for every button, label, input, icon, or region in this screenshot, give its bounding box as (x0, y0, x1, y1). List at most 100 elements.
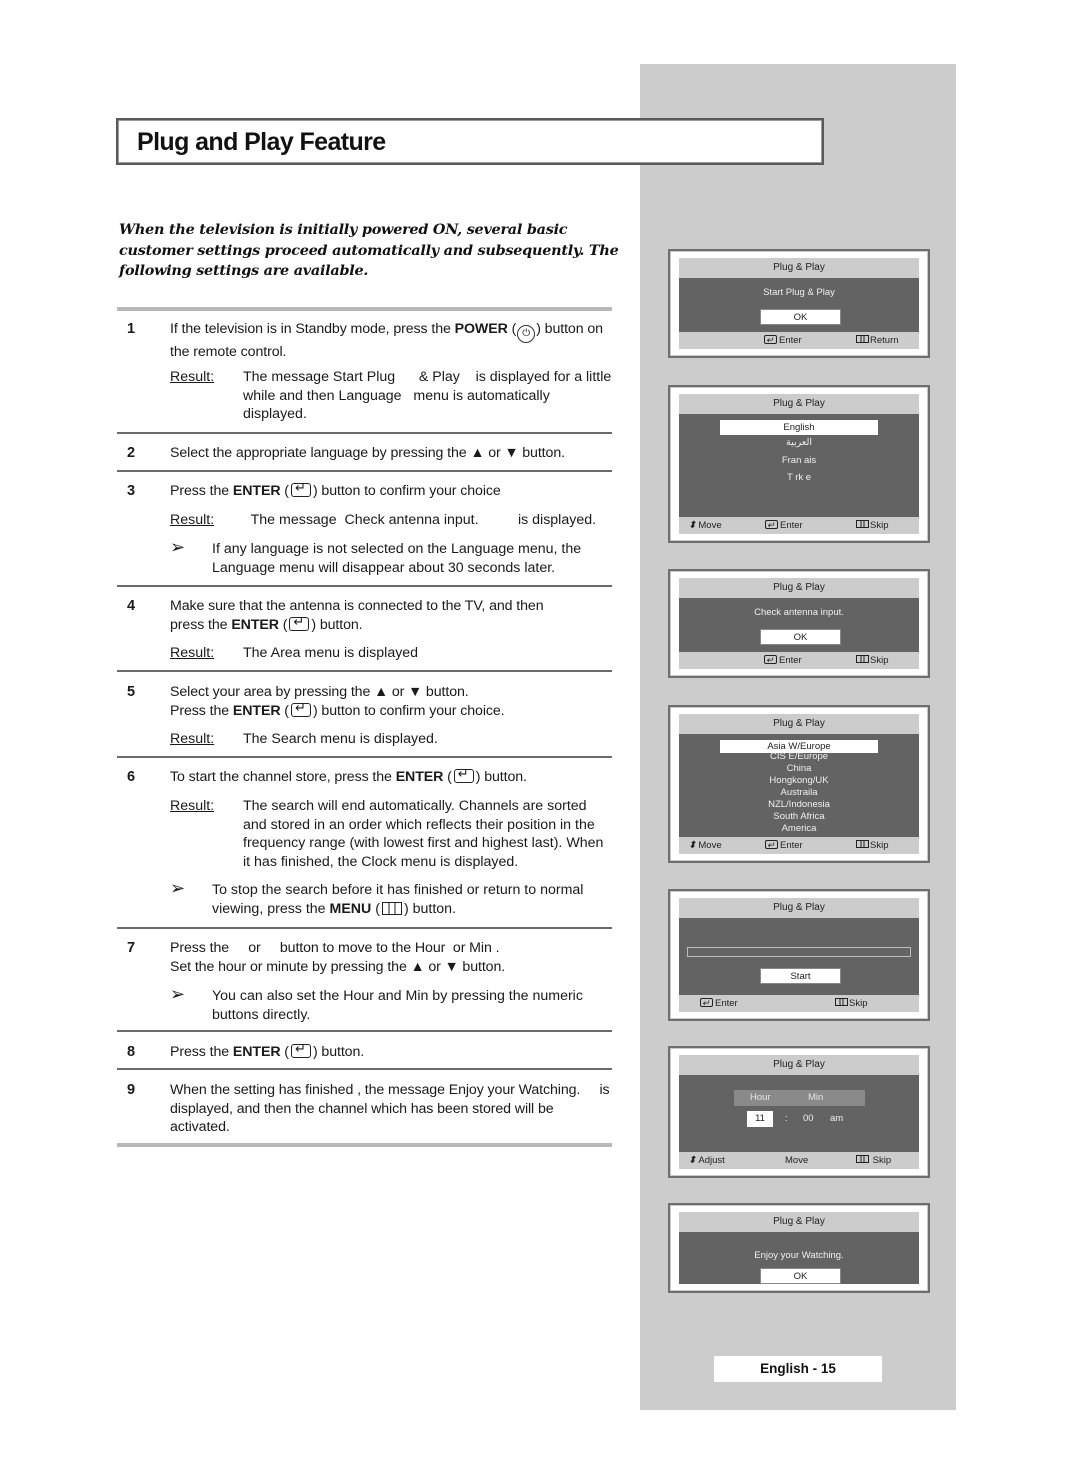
osd-screen-clock: Plug & Play Hour Min 11 : 00 am ⬍ Adjust … (668, 1046, 930, 1178)
step-text: Press the or button to move to the Hour … (170, 940, 506, 975)
menu-icon (856, 655, 869, 663)
up-down-icon: ⬍ (688, 520, 697, 531)
area-option[interactable]: China (679, 763, 919, 774)
step-number: 1 (127, 321, 136, 337)
page-title: Plug and Play Feature (137, 128, 386, 156)
step-number: 8 (127, 1044, 136, 1060)
min-label: Min (808, 1092, 824, 1103)
divider (117, 585, 612, 587)
step-text: Select the appropriate language by press… (170, 445, 565, 461)
step-text: Press the ENTER () button. (170, 1040, 610, 1062)
step-text: If the television is in Standby mode, pr… (170, 321, 603, 360)
intro-text: When the television is initially powered… (119, 221, 619, 279)
divider (117, 1143, 612, 1147)
osd-footer: Enter Skip (679, 652, 919, 669)
osd-screen-area: Plug & Play Asia W/Europe CIS E/Europe C… (668, 705, 930, 863)
up-down-icon: ⬍ (688, 840, 697, 851)
step-number: 6 (127, 769, 136, 785)
step-number: 5 (127, 684, 136, 700)
power-icon: ⏻ (517, 325, 536, 343)
step-number: 2 (127, 445, 136, 461)
osd-message: Start Plug & Play (763, 287, 835, 298)
area-option[interactable]: CIS E/Europe (679, 751, 919, 762)
language-option-selected[interactable]: English (720, 420, 878, 435)
ampm-field[interactable]: am (830, 1113, 843, 1124)
osd-message: Enjoy your Watching. (754, 1250, 844, 1261)
language-option[interactable]: T rk e (679, 472, 919, 483)
menu-icon (835, 998, 848, 1006)
osd-footer: ⬍ Adjust Move Skip (679, 1152, 919, 1169)
divider (117, 1030, 612, 1032)
enter-icon (290, 1040, 311, 1059)
osd-title: Plug & Play (679, 394, 919, 414)
hour-label: Hour (750, 1092, 771, 1103)
step-number: 9 (127, 1082, 136, 1098)
enter-icon (290, 479, 311, 498)
osd-screen-antenna: Plug & Play Check antenna input. OK Ente… (668, 569, 930, 678)
osd-title: Plug & Play (679, 898, 919, 918)
arrow-icon: ➢ (170, 537, 186, 557)
clock-header: Hour Min (734, 1090, 865, 1106)
divider (117, 470, 612, 472)
divider (117, 670, 612, 672)
enter-icon (289, 613, 310, 631)
enter-icon (765, 837, 778, 854)
osd-screen-start: Plug & Play Start Plug & Play OK Enter R… (668, 249, 930, 358)
area-option[interactable]: Austraila (679, 787, 919, 798)
enter-icon (700, 995, 713, 1012)
language-option[interactable]: العربية (679, 437, 919, 448)
search-progress-bar (687, 947, 911, 957)
step-text: Make sure that the antenna is connected … (170, 597, 610, 634)
osd-title: Plug & Play (679, 578, 919, 598)
osd-screen-language: Plug & Play English العربية Fran ais T r… (668, 385, 930, 543)
hour-field[interactable]: 11 (747, 1111, 773, 1127)
step-number: 3 (127, 483, 136, 499)
osd-footer: ⬍Move Enter Skip (679, 837, 919, 854)
divider (117, 927, 612, 929)
step-text: To start the channel store, press the EN… (170, 765, 610, 787)
step-number: 4 (127, 598, 136, 614)
menu-icon (856, 520, 869, 528)
step-text: Select your area by pressing the ▲ or ▼ … (170, 683, 610, 720)
osd-footer: ⬍Move Enter Skip (679, 517, 919, 534)
min-field[interactable]: 00 (803, 1113, 814, 1124)
osd-screen-enjoy: Plug & Play Enjoy your Watching. OK (668, 1203, 930, 1293)
area-option[interactable]: South Africa (679, 811, 919, 822)
step-text: Press the ENTER () button to confirm you… (170, 479, 610, 501)
menu-icon (856, 1155, 869, 1163)
start-button[interactable]: Start (760, 968, 841, 984)
arrow-icon: ➢ (170, 984, 186, 1004)
area-option[interactable]: NZL/Indonesia (679, 799, 919, 810)
divider (117, 307, 612, 311)
osd-footer: Enter Skip (679, 995, 919, 1012)
menu-icon (856, 840, 869, 848)
title-box: Plug and Play Feature (116, 118, 824, 165)
enter-icon (453, 765, 474, 784)
divider (117, 756, 612, 758)
enter-icon (765, 517, 778, 534)
ok-button[interactable]: OK (760, 1268, 841, 1284)
menu-icon (856, 335, 869, 343)
step-number: 7 (127, 940, 136, 956)
ok-button[interactable]: OK (760, 629, 841, 645)
page-number: English - 15 (714, 1356, 882, 1382)
area-option[interactable]: Hongkong/UK (679, 775, 919, 786)
enter-icon (290, 699, 311, 717)
osd-title: Plug & Play (679, 258, 919, 278)
osd-title: Plug & Play (679, 1212, 919, 1232)
divider (117, 432, 612, 434)
enter-icon (764, 332, 777, 349)
menu-icon (381, 901, 402, 915)
divider (117, 1068, 612, 1070)
step-text: When the setting has finished , the mess… (170, 1082, 614, 1135)
osd-title: Plug & Play (679, 714, 919, 734)
osd-message: Check antenna input. (754, 607, 844, 618)
osd-screen-search: Plug & Play Start Enter Skip (668, 889, 930, 1021)
area-option[interactable]: America (679, 823, 919, 834)
enter-icon (764, 652, 777, 669)
up-down-icon: ⬍ (688, 1155, 697, 1166)
time-separator: : (785, 1113, 788, 1124)
ok-button[interactable]: OK (760, 309, 841, 325)
language-option[interactable]: Fran ais (679, 455, 919, 466)
osd-title: Plug & Play (679, 1055, 919, 1075)
